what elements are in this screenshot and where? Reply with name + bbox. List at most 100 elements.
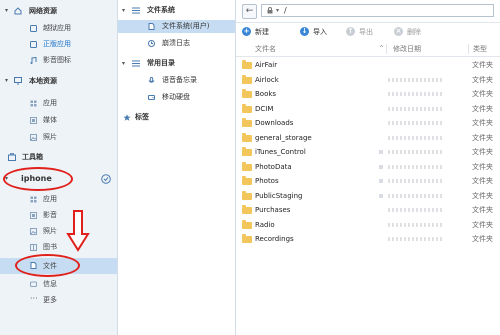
path-field[interactable]: ▾ / [261,4,494,17]
grid-icon [30,100,37,107]
modified-date-obscured [388,77,443,82]
chevron-down-icon[interactable]: ▾ [276,5,279,17]
file-type: 文件夹 [472,177,493,185]
folder-icon [242,205,252,214]
delete-icon: × [394,27,403,36]
book-icon [30,244,37,251]
list-icon [132,7,140,14]
tree-item-crash-logs[interactable]: 崩溃日志 [118,37,235,50]
folder-icon [242,161,252,171]
check-circle-icon[interactable] [101,174,111,184]
file-name: Downloads [255,119,294,127]
import-icon: ↓ [300,27,309,36]
table-row[interactable]: Photos 文件夹 [236,174,500,189]
app-store-icon [30,25,37,32]
photo-icon [30,228,37,235]
nav-item-device-media[interactable]: 影音 [0,208,117,223]
table-row[interactable]: iTunes_Control 文件夹 [236,145,500,160]
nav-group-local[interactable]: ▾ 本地资源 [0,74,117,88]
file-name: Radio [255,220,275,229]
nav-item-label: 照片 [43,133,57,141]
nav-item-jailbreak-apps[interactable]: 越狱应用 [0,21,117,36]
sort-chevron-icon[interactable]: ^ [379,42,384,56]
export-button-label: 导出 [359,28,373,36]
column-header-modified[interactable]: 修改日期 [393,42,421,56]
file-name: Photos [255,177,279,185]
table-row[interactable]: AirFair 文件夹 [236,58,500,73]
nav-item-device-photos[interactable]: 照片 [0,224,117,239]
nav-group-network[interactable]: ▾ 网络资源 [0,4,117,18]
column-header-name[interactable]: 文件名 [255,42,276,56]
add-circle-icon: + [242,27,251,36]
toolbar: + 新建 ↓ 导入 ↑ 导出 × 删除 [236,23,500,41]
file-type: 文件夹 [472,148,493,156]
back-button[interactable]: ← [242,4,257,19]
modified-date-obscured [388,237,443,241]
music-note-icon [30,57,37,64]
nav-item-local-photos[interactable]: 照片 [0,130,117,145]
nav-item-device-more[interactable]: ··· 更多 [0,293,117,308]
tree-item-voice-memos[interactable]: 语音备忘录 [118,74,235,87]
modified-date-obscured [388,164,443,169]
nav-item-device-messages[interactable]: 信息 [0,277,117,292]
message-icon [30,281,37,287]
file-type: 文件夹 [472,220,493,229]
home-icon [14,7,22,15]
table-row[interactable]: PhotoData 文件夹 [236,160,500,175]
folder-icon [242,103,252,113]
nav-toolbox[interactable]: 工具箱 [0,150,117,164]
tree-item-label: 文件系统(用户) [162,22,210,30]
tree-item-mobile-drive[interactable]: 移动硬盘 [118,91,235,104]
table-row[interactable]: general_storage 文件夹 [236,131,500,146]
file-type: 文件夹 [472,119,493,127]
app-store-icon [30,41,37,48]
column-divider[interactable] [468,44,469,54]
collapse-caret-icon[interactable]: ▾ [5,4,8,18]
table-row[interactable]: DCIM 文件夹 [236,102,500,117]
tree-header-common[interactable]: ▾ 常用目录 [118,57,235,70]
column-divider[interactable] [386,44,387,54]
table-row[interactable]: Airlock 文件夹 [236,73,500,88]
clock-icon [148,40,155,47]
nav-item-label: 媒体 [43,116,57,124]
nav-item-label: 更多 [43,296,57,304]
table-row[interactable]: PublicStaging 文件夹 [236,189,500,204]
nav-item-media-icons[interactable]: 影音图标 [0,53,117,68]
nav-item-label: 应用 [43,99,57,107]
folder-icon [242,147,252,156]
left-sidebar: ▾ 网络资源 越狱应用 正版应用 影音图标 ▾ 本地资源 应用 媒体 照片 工具… [0,0,118,335]
tree-panel: ▾ 文件系统 文件系统(用户) 崩溃日志 ▾ 常用目录 语音备忘录 移动硬盘 标… [118,0,236,335]
tree-item-label: 移动硬盘 [162,93,190,101]
collapse-caret-icon[interactable]: ▾ [122,57,125,70]
file-name: general_storage [255,133,312,142]
arrow-left-icon: ← [245,6,254,16]
tree-header-bookmarks[interactable]: 标签 [118,111,235,124]
nav-item-label: 影音 [43,211,57,219]
table-row[interactable]: Purchases 文件夹 [236,203,500,218]
delete-button-label: 删除 [407,28,421,36]
nav-item-device-books[interactable]: 图书 [0,240,117,255]
tree-header-label: 标签 [135,113,149,121]
nav-item-device-apps[interactable]: 应用 [0,192,117,207]
file-name: iTunes_Control [255,148,306,156]
table-row[interactable]: Radio 文件夹 [236,218,500,233]
table-row[interactable]: Recordings 文件夹 [236,232,500,247]
nav-item-local-media[interactable]: 媒体 [0,113,117,128]
table-row[interactable]: Books 文件夹 [236,87,500,102]
folder-icon [242,234,252,243]
nav-item-local-apps[interactable]: 应用 [0,96,117,111]
collapse-caret-icon[interactable]: ▾ [5,74,8,88]
tree-header-filesystem[interactable]: ▾ 文件系统 [118,4,235,17]
collapse-caret-icon[interactable]: ▾ [122,4,125,17]
file-name: PhotoData [255,162,292,171]
annotation-down-arrow-icon [66,210,90,252]
modified-date-obscured [388,135,443,140]
column-header-type[interactable]: 类型 [473,42,487,56]
tree-item-user-filesystem[interactable]: 文件系统(用户) [118,20,235,33]
folder-icon [242,74,252,84]
address-bar: ← ▾ / [236,0,500,23]
nav-item-official-apps[interactable]: 正版应用 [0,37,117,52]
table-row[interactable]: Downloads 文件夹 [236,116,500,131]
nav-group-label: 网络资源 [29,7,57,15]
file-type: 文件夹 [472,104,493,113]
